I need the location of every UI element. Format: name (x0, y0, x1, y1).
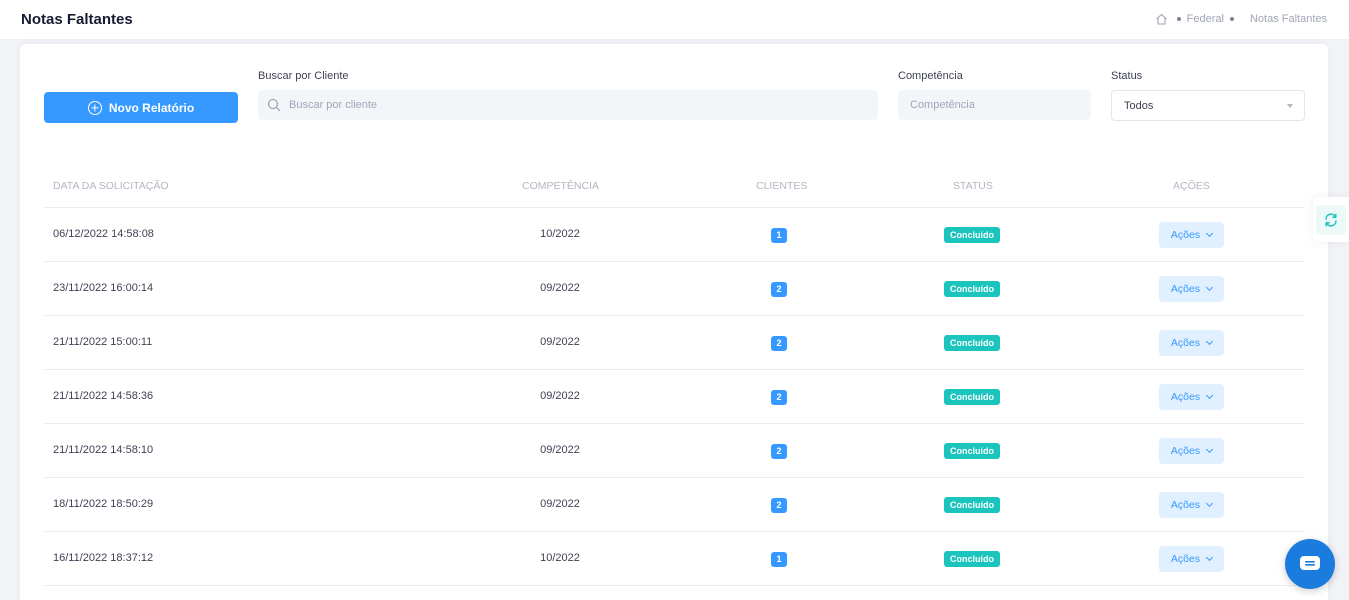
actions-dropdown-button[interactable]: Ações (1159, 492, 1224, 518)
actions-label: Ações (1170, 391, 1201, 403)
competencia-input[interactable]: Competência (898, 90, 1091, 120)
table-row: 18/11/2022 18:50:29 09/2022 2 Concluído … (44, 478, 1305, 532)
actions-label: Ações (1170, 445, 1201, 457)
chevron-down-icon (1206, 337, 1214, 346)
breadcrumb-federal[interactable]: Federal (1187, 13, 1224, 25)
column-header-acoes: Ações (1173, 180, 1210, 192)
clients-count-badge: 2 (771, 444, 787, 459)
row-date: 16/11/2022 18:37:12 (53, 552, 154, 564)
actions-label: Ações (1170, 283, 1201, 295)
actions-dropdown-button[interactable]: Ações (1159, 438, 1224, 464)
column-header-competencia: Competência (522, 180, 600, 192)
chevron-down-icon (1206, 553, 1214, 562)
status-badge: Concluído (944, 281, 1000, 297)
chevron-down-icon (1206, 283, 1214, 292)
column-header-status: Status (953, 180, 993, 192)
competencia-label: Competência (898, 70, 963, 82)
table-row: 21/11/2022 15:00:11 09/2022 2 Concluído … (44, 316, 1305, 370)
status-badge: Concluído (944, 335, 1000, 351)
row-competencia: 09/2022 (540, 498, 580, 510)
status-label: Status (1111, 70, 1143, 82)
row-date: 18/11/2022 18:50:29 (53, 498, 154, 510)
table-row: 21/11/2022 14:58:10 09/2022 2 Concluído … (44, 424, 1305, 478)
status-select[interactable]: Todos (1111, 90, 1305, 121)
chat-icon (1300, 556, 1320, 570)
row-date: 21/11/2022 14:58:36 (53, 390, 154, 402)
column-header-clientes: Clientes (756, 180, 808, 192)
chevron-down-icon (1206, 499, 1214, 508)
row-competencia: 09/2022 (540, 390, 580, 402)
actions-dropdown-button[interactable]: Ações (1159, 546, 1224, 572)
row-date: 21/11/2022 15:00:11 (53, 336, 153, 348)
status-selected-value: Todos (1124, 99, 1154, 112)
clients-count-badge: 2 (771, 336, 787, 351)
search-icon (267, 98, 281, 112)
side-panel-toggle[interactable] (1313, 197, 1349, 242)
table-row: 21/11/2022 14:58:36 09/2022 2 Concluído … (44, 370, 1305, 424)
clients-count-badge: 2 (771, 498, 787, 513)
search-input[interactable]: Buscar por cliente (258, 90, 878, 120)
breadcrumb-separator (1176, 17, 1181, 21)
actions-dropdown-button[interactable]: Ações (1159, 222, 1224, 248)
status-badge: Concluído (944, 389, 1000, 405)
table-row: 16/11/2022 18:37:12 10/2022 1 Concluído … (44, 532, 1305, 586)
search-label: Buscar por Cliente (258, 70, 349, 82)
row-competencia: 10/2022 (540, 552, 580, 564)
status-badge: Concluído (944, 497, 1000, 513)
status-badge: Concluído (944, 551, 1000, 567)
breadcrumb-separator (1229, 17, 1234, 21)
chevron-down-icon (1206, 391, 1214, 400)
status-badge: Concluído (944, 227, 1000, 243)
caret-down-icon (1287, 104, 1293, 108)
clients-count-badge: 2 (771, 282, 787, 297)
competencia-placeholder: Competência (910, 99, 975, 111)
table-row: 06/12/2022 14:58:08 10/2022 1 Concluído … (44, 208, 1305, 262)
row-competencia: 10/2022 (540, 228, 580, 240)
chevron-down-icon (1206, 445, 1214, 454)
table-header: Data da Solicitação Competência Clientes… (44, 178, 1305, 208)
top-bar: Notas Faltantes Federal Notas Faltantes (0, 0, 1349, 40)
clients-count-badge: 1 (771, 552, 787, 567)
home-icon[interactable] (1155, 13, 1168, 25)
table-row: 23/11/2022 16:00:14 09/2022 2 Concluído … (44, 262, 1305, 316)
actions-label: Ações (1170, 553, 1201, 565)
actions-dropdown-button[interactable]: Ações (1159, 384, 1224, 410)
row-date: 06/12/2022 14:58:08 (53, 228, 154, 240)
breadcrumb: Federal Notas Faltantes (1155, 13, 1327, 25)
clients-count-badge: 2 (771, 390, 787, 405)
search-placeholder: Buscar por cliente (289, 99, 378, 111)
chevron-down-icon (1206, 229, 1214, 238)
row-date: 23/11/2022 16:00:14 (53, 282, 154, 294)
breadcrumb-current: Notas Faltantes (1249, 13, 1327, 25)
row-competencia: 09/2022 (540, 444, 580, 456)
row-date: 21/11/2022 14:58:10 (53, 444, 154, 456)
new-report-label: Novo Relatório (108, 100, 195, 115)
row-competencia: 09/2022 (540, 282, 580, 294)
clients-count-badge: 1 (771, 228, 787, 243)
actions-label: Ações (1170, 337, 1201, 349)
refresh-icon (1325, 212, 1337, 227)
actions-label: Ações (1170, 499, 1201, 511)
row-competencia: 09/2022 (540, 336, 580, 348)
column-header-date: Data da Solicitação (53, 180, 169, 192)
page-title: Notas Faltantes (21, 11, 133, 28)
actions-label: Ações (1170, 229, 1201, 241)
status-badge: Concluído (944, 443, 1000, 459)
actions-dropdown-button[interactable]: Ações (1159, 276, 1224, 302)
plus-circle-icon (87, 100, 102, 115)
chat-button[interactable] (1285, 539, 1335, 589)
actions-dropdown-button[interactable]: Ações (1159, 330, 1224, 356)
new-report-button[interactable]: Novo Relatório (44, 92, 238, 123)
